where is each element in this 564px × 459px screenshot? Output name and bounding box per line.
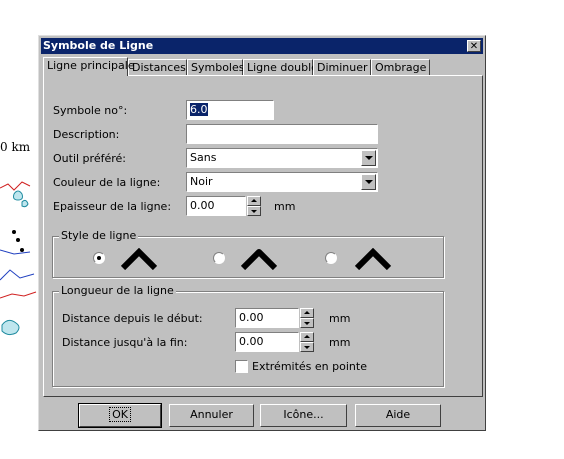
- pointed-ends-checkbox[interactable]: [235, 360, 248, 373]
- end-distance-input[interactable]: 0.00: [235, 332, 299, 352]
- start-distance-unit: mm: [329, 312, 351, 325]
- help-button[interactable]: Aide: [355, 404, 441, 427]
- tab-ombrage[interactable]: Ombrage: [371, 59, 430, 75]
- ok-label: OK: [109, 407, 131, 422]
- end-distance-label: Distance jusqu'à la fin:: [62, 336, 188, 349]
- color-select[interactable]: Noir: [186, 172, 378, 192]
- description-input[interactable]: [186, 124, 378, 144]
- chevron-down-icon[interactable]: [361, 150, 376, 166]
- title-bar: Symbole de Ligne ✕: [41, 38, 483, 54]
- tab-distances[interactable]: Distances: [128, 59, 187, 75]
- thickness-spinner[interactable]: [247, 196, 261, 216]
- thickness-unit: mm: [274, 200, 296, 213]
- chevron-cap-icon: [241, 249, 277, 270]
- symbol-no-label: Symbole no°:: [53, 104, 128, 117]
- tool-value: Sans: [190, 151, 217, 164]
- spin-up-icon[interactable]: [247, 196, 261, 206]
- cancel-button[interactable]: Annuler: [169, 404, 254, 427]
- dialog-title: Symbole de Ligne: [43, 39, 154, 52]
- line-style-radio-3[interactable]: [325, 252, 337, 264]
- line-symbol-dialog: Symbole de Ligne ✕ Ligne principale Dist…: [38, 35, 486, 431]
- line-style-title: Style de ligne: [59, 229, 139, 242]
- thickness-input[interactable]: 0.00: [186, 196, 246, 216]
- tab-panel-ligne-principale: Symbole no°: 6.0 Description: Outil préf…: [43, 75, 483, 397]
- line-length-group: Longueur de la ligne Distance depuis le …: [52, 284, 444, 387]
- map-fragment: [0, 181, 37, 336]
- close-icon: ✕: [469, 41, 479, 52]
- line-style-group: Style de ligne: [52, 229, 444, 278]
- color-value: Noir: [190, 175, 213, 188]
- tab-symboles[interactable]: Symboles: [187, 59, 244, 75]
- icon-button[interactable]: Icône...: [260, 404, 347, 427]
- tool-select[interactable]: Sans: [186, 148, 378, 168]
- chevron-down-icon[interactable]: [361, 174, 376, 190]
- spin-down-icon[interactable]: [300, 318, 314, 328]
- map-scale-label: 0 km: [0, 140, 31, 154]
- spin-down-icon[interactable]: [247, 206, 261, 216]
- chevron-cap-icon: [121, 248, 157, 270]
- symbol-no-input[interactable]: 6.0: [186, 100, 274, 120]
- tab-ligne-principale[interactable]: Ligne principale: [43, 57, 135, 76]
- start-distance-spinner[interactable]: [300, 308, 314, 328]
- spin-up-icon[interactable]: [300, 308, 314, 318]
- pointed-ends-label[interactable]: Extrémités en pointe: [252, 360, 367, 373]
- spin-up-icon[interactable]: [300, 332, 314, 342]
- color-label: Couleur de la ligne:: [53, 176, 161, 189]
- line-style-radio-1[interactable]: [93, 252, 105, 264]
- chevron-cap-icon: [355, 248, 391, 270]
- line-length-title: Longueur de la ligne: [59, 284, 176, 297]
- end-distance-spinner[interactable]: [300, 332, 314, 352]
- start-distance-label: Distance depuis le début:: [62, 312, 203, 325]
- tool-label: Outil préféré:: [53, 152, 126, 165]
- start-distance-input[interactable]: 0.00: [235, 308, 299, 328]
- close-button[interactable]: ✕: [467, 40, 481, 52]
- tab-ligne-double[interactable]: Ligne double: [243, 59, 318, 75]
- thickness-label: Epaisseur de la ligne:: [53, 200, 172, 213]
- tab-diminuer[interactable]: Diminuer: [313, 59, 371, 75]
- end-distance-unit: mm: [329, 336, 351, 349]
- ok-button[interactable]: OK: [78, 403, 162, 428]
- spin-down-icon[interactable]: [300, 342, 314, 352]
- description-label: Description:: [53, 128, 120, 141]
- line-style-radio-2[interactable]: [213, 252, 225, 264]
